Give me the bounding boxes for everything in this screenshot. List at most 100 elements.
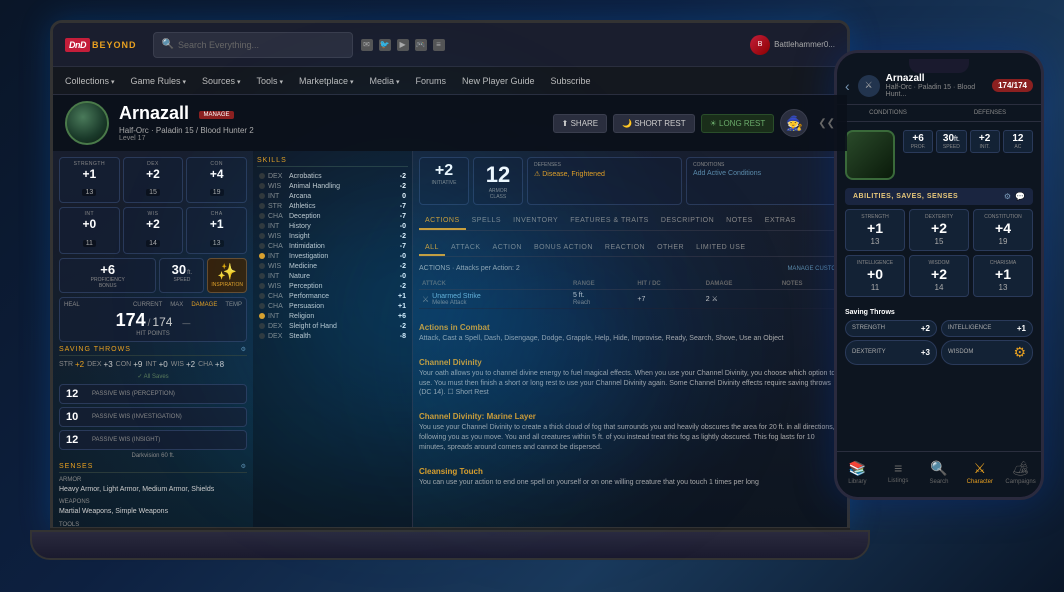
phone-dex-score: 15 <box>914 237 964 246</box>
skill-name: Athletics <box>289 203 383 210</box>
hp-label: HIT POINTS <box>64 331 242 337</box>
phone-stat-init: +2 INIT. <box>970 130 1000 153</box>
ability-cha: CHA +1 13 <box>186 207 247 253</box>
nav-marketplace[interactable]: Marketplace <box>299 76 354 86</box>
save-int: INT +0 <box>145 360 167 369</box>
nav-icons: ✉ 🐦 ▶ 🎮 ≡ <box>361 39 743 51</box>
skill-name: Insight <box>289 233 383 240</box>
phone-nav-campaigns[interactable]: 🏕 Campaigns <box>1000 456 1041 489</box>
phone-nav-character[interactable]: ⚔ Character <box>959 456 1000 489</box>
tab-extras[interactable]: EXTRAS <box>759 213 802 230</box>
nav-tools[interactable]: Tools <box>257 76 283 86</box>
action-tab-action[interactable]: ACTION <box>487 241 528 256</box>
action-tab-bonus[interactable]: BONUS ACTION <box>528 241 599 256</box>
char-manage-badge[interactable]: MANAGE <box>199 111 233 119</box>
skill-name: History <box>289 223 383 230</box>
passive-investigation: 10 PASSIVE WIS (INVESTIGATION) <box>59 407 247 427</box>
action-tab-limited[interactable]: LIMITED USE <box>690 241 751 256</box>
con-score: 19 <box>210 189 224 196</box>
nav-new-player[interactable]: New Player Guide <box>462 76 535 86</box>
inspiration-label: INSPIRATION <box>211 282 243 288</box>
action-tab-attack[interactable]: ATTACK <box>445 241 487 256</box>
phone-settings-icon[interactable]: ⚙ <box>1004 192 1011 201</box>
phone-save-dex[interactable]: DEXTERITY +3 <box>845 340 937 365</box>
phone-save-int-val: +1 <box>1017 324 1026 333</box>
collapse-button[interactable]: ❮❮ <box>818 118 835 129</box>
skill-ability: DEX <box>268 173 286 180</box>
nav-sources[interactable]: Sources <box>202 76 241 86</box>
senses-header: SENSES ⚙ <box>59 463 247 473</box>
nav-forums[interactable]: Forums <box>415 76 446 86</box>
skill-bonus: +1 <box>386 303 406 310</box>
search-icon: 🔍 <box>162 39 174 50</box>
phone-save-wis[interactable]: WISDOM ⚙ <box>941 340 1033 365</box>
short-rest-button[interactable]: 🌙 SHORT REST <box>613 114 694 133</box>
phone-back-button[interactable]: ‹ <box>845 78 850 94</box>
phone-prof-val: +6 <box>906 133 930 144</box>
senses-link[interactable]: ⚙ <box>241 463 247 470</box>
tools-section: TOOLS Alchemist's Supplies, Dragonchess … <box>59 522 247 527</box>
ddb-beyond-text: BEYOND <box>92 40 137 50</box>
save-con: CON +9 <box>116 360 143 369</box>
add-condition-link[interactable]: Add Active Conditions <box>693 170 834 177</box>
tab-inventory[interactable]: INVENTORY <box>507 213 564 230</box>
skill-item: INT Nature -0 <box>257 271 408 281</box>
phone-chat-icon[interactable]: 💬 <box>1015 192 1025 201</box>
action-tab-other[interactable]: OTHER <box>651 241 690 256</box>
phone-campaigns-label: Campaigns <box>1005 479 1035 485</box>
inspiration-box[interactable]: ✨ INSPIRATION <box>207 258 247 293</box>
skill-bonus: -8 <box>386 333 406 340</box>
manage-custom[interactable]: MANAGE CUSTOM <box>787 266 841 272</box>
save-wis: WIS +2 <box>171 360 195 369</box>
tab-notes[interactable]: NOTES <box>720 213 759 230</box>
phone-nav-library[interactable]: 📚 Library <box>837 456 878 489</box>
str-mod: +1 <box>62 167 117 181</box>
phone-search-icon: 🔍 <box>930 460 947 477</box>
phone-nav-listings[interactable]: ≡ Listings <box>878 456 919 489</box>
saving-throws-link[interactable]: ⚙ <box>241 346 247 353</box>
phone-library-icon: 📚 <box>849 460 866 477</box>
action-tab-all[interactable]: ALL <box>419 241 445 256</box>
save-str: STR +2 <box>59 360 84 369</box>
phone-save-str[interactable]: STRENGTH +2 <box>845 320 937 337</box>
wizard-button[interactable]: 🧙 <box>780 109 808 137</box>
skill-item: DEX Sleight of Hand -2 <box>257 321 408 331</box>
phone-stat-prof: +6 PROF. <box>903 130 933 153</box>
weapons-label: WEAPONS <box>59 499 247 505</box>
phone-init-label: INIT. <box>973 144 997 150</box>
phone-tab-conditions[interactable]: CONDITIONS <box>837 105 939 121</box>
tab-description[interactable]: DESCRIPTION <box>655 213 720 230</box>
phone-save-int[interactable]: INTELLIGENCE +1 <box>941 320 1033 337</box>
skill-ability: WIS <box>268 283 286 290</box>
search-bar[interactable]: 🔍 Search Everything... <box>153 32 353 58</box>
secondary-nav: Collections Game Rules Sources Tools Mar… <box>53 67 847 95</box>
tab-features[interactable]: FEATURES & TRAITS <box>564 213 655 230</box>
phone-prof-label: PROF. <box>906 144 930 150</box>
skill-name: Medicine <box>289 263 383 270</box>
nav-media[interactable]: Media <box>369 76 399 86</box>
saving-throws-group: STR +2 DEX +3 CON +9 <box>59 360 247 369</box>
defense-tag-1: ⚠ Disease, Frightened <box>534 170 675 178</box>
share-button[interactable]: ⬆ SHARE <box>553 114 608 133</box>
phone-char-info: Arnazall Half-Orc · Paladin 15 · Blood H… <box>886 73 986 98</box>
nav-collections[interactable]: Collections <box>65 76 115 86</box>
ability-str: STRENGTH +1 13 <box>59 157 120 203</box>
nav-icon-5: ≡ <box>433 39 445 51</box>
skills-list: DEX Acrobatics -2 WIS Animal Handling -2… <box>257 171 408 341</box>
tab-actions[interactable]: ACTIONS <box>419 213 466 230</box>
nav-subscribe[interactable]: Subscribe <box>551 76 591 86</box>
tab-spells[interactable]: SPELLS <box>466 213 507 230</box>
long-rest-button[interactable]: ☀ LONG REST <box>701 114 775 133</box>
skill-dot <box>259 243 265 249</box>
phone-nav-search[interactable]: 🔍 Search <box>919 456 960 489</box>
skill-item: CHA Persuasion +1 <box>257 301 408 311</box>
nav-game-rules[interactable]: Game Rules <box>131 76 187 86</box>
phone-init-val: +2 <box>973 133 997 144</box>
phone-char-sub: Half-Orc · Paladin 15 · Blood Hunt... <box>886 84 986 98</box>
armor-label: ARMOR <box>59 477 247 483</box>
phone-con-mod: +4 <box>978 220 1028 237</box>
phone-tab-defenses[interactable]: DEFENSES <box>939 105 1041 121</box>
action-tab-reaction[interactable]: REACTION <box>599 241 651 256</box>
ability-dex: DEX +2 15 <box>123 157 184 203</box>
skill-name: Performance <box>289 293 383 300</box>
